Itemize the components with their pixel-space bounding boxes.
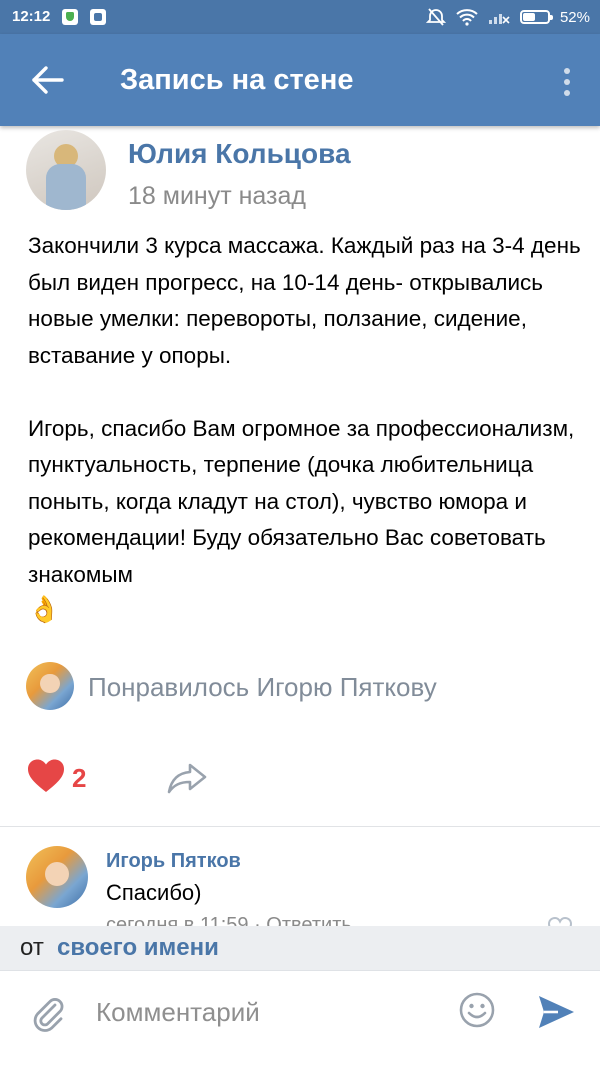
alarm-off-icon [425, 8, 446, 26]
heart-icon[interactable] [26, 758, 66, 794]
vk-notification-icon [90, 9, 106, 25]
battery-icon [519, 10, 553, 24]
post-as-name[interactable]: своего имени [57, 934, 219, 962]
share-icon[interactable] [166, 762, 208, 794]
signal-icon [488, 14, 510, 24]
more-vert-icon[interactable] [564, 68, 572, 98]
post-author[interactable]: Юлия Кольцова [128, 138, 351, 170]
status-time: 12:12 [12, 8, 51, 25]
paperclip-icon[interactable] [28, 993, 68, 1033]
ok-hand-emoji: 👌 [28, 594, 61, 624]
battery-fill [522, 13, 536, 21]
post-body: Закончили 3 курса массажа. Каждый раз на… [28, 233, 581, 587]
battery-percent: 52% [559, 8, 590, 26]
post-time: 18 минут назад [128, 182, 306, 210]
liked-by-text[interactable]: Понравилось Игорю Пяткову [88, 672, 437, 703]
post-as-bar[interactable]: от своего имени [0, 926, 600, 970]
like-count[interactable]: 2 [72, 763, 86, 794]
comment-author[interactable]: Игорь Пятков [106, 850, 241, 873]
post-as-prefix: от [20, 934, 44, 961]
send-icon[interactable] [536, 993, 576, 1031]
comment-text: Спасибо) [106, 880, 202, 905]
liker-avatar[interactable] [26, 662, 74, 710]
shield-notification-icon [62, 9, 78, 25]
comment-meta[interactable]: сегодня в 11:59 · Ответить [106, 914, 352, 926]
author-avatar[interactable] [26, 130, 106, 210]
page-title: Запись на стене [120, 64, 354, 96]
comment-composer [0, 970, 600, 1067]
status-bar: 12:12 52% [0, 0, 600, 34]
emoji-icon[interactable] [458, 991, 496, 1029]
commenter-avatar[interactable] [26, 846, 88, 908]
status-icons: 52% [425, 7, 590, 27]
app-bar: Запись на стене [0, 34, 600, 126]
comment-input[interactable] [94, 991, 438, 1033]
arrow-left-icon[interactable] [30, 64, 66, 96]
divider [0, 826, 600, 827]
post-text: Закончили 3 курса массажа. Каждый раз на… [28, 228, 588, 630]
wifi-icon [456, 9, 478, 26]
